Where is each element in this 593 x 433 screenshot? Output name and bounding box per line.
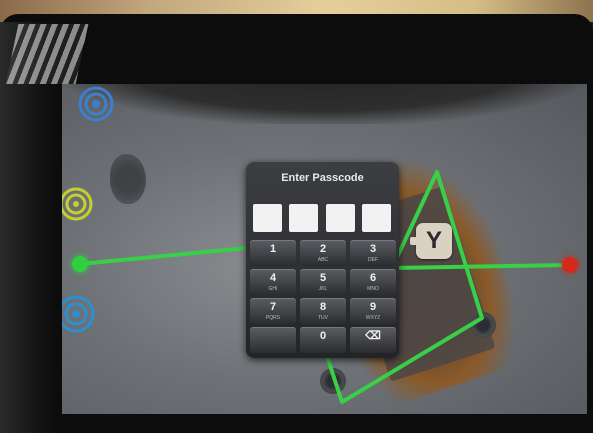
path-node-left[interactable] [72,256,88,272]
keypad-key-2[interactable]: 2 ABC [300,240,346,266]
keypad-key-8[interactable]: 8 TUV [300,298,346,324]
yellow-spiral-marker[interactable] [62,186,94,222]
passcode-digit-field-1[interactable] [253,204,282,232]
keypad-key-delete[interactable]: ⌫ [350,327,396,353]
passcode-digit-field-3[interactable] [326,204,355,232]
keypad-key-9[interactable]: 9 WXYZ [350,298,396,324]
keypad-key-0[interactable]: 0 [300,327,346,353]
keypad-key-7[interactable]: 7 PQRS [250,298,296,324]
path-node-right[interactable] [562,257,578,273]
keypad-key-3[interactable]: 3 DEF [350,240,396,266]
passcode-digit-field-4[interactable] [362,204,391,232]
blue-spiral-marker-bottom[interactable] [62,294,95,333]
keypad-key-5[interactable]: 5 JKL [300,269,346,295]
y-button[interactable]: Y [410,223,452,259]
passcode-dialog: Enter Passcode 1 2 ABC 3 DEF 4 GHI 5 JKL 6 MN… [246,162,399,358]
keypad-key-1[interactable]: 1 [250,240,296,266]
keypad-key-6[interactable]: 6 MNO [350,269,396,295]
glare-reflection [5,24,89,84]
keypad-key-4[interactable]: 4 GHI [250,269,296,295]
passcode-digit-field-2[interactable] [289,204,318,232]
blue-spiral-marker-top[interactable] [78,86,114,122]
passcode-title: Enter Passcode [281,172,364,184]
keypad-key-blank [250,327,296,353]
